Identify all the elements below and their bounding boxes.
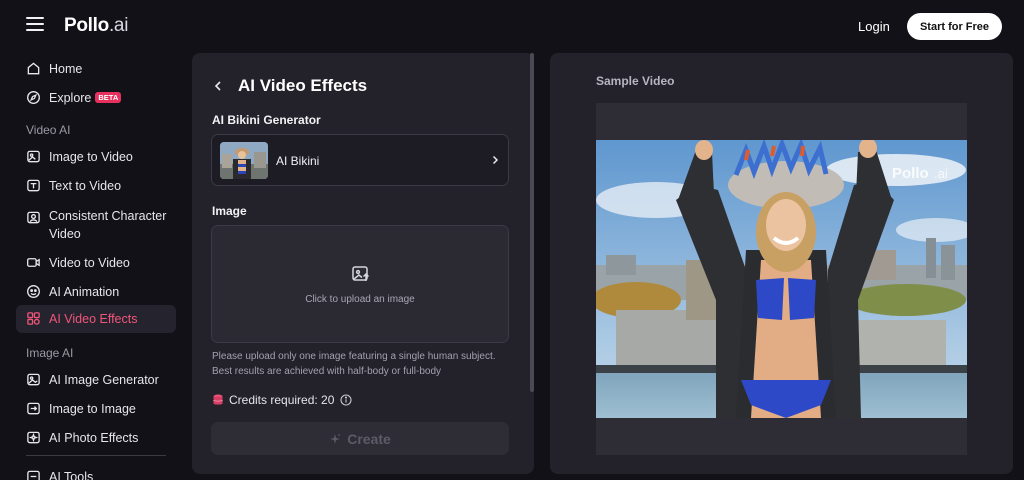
sidebar-item-ai-animation[interactable]: AI Animation	[16, 278, 176, 306]
login-link[interactable]: Login	[858, 19, 890, 34]
sidebar-item-label: AI Animation	[49, 285, 120, 299]
sidebar-item-image-to-video[interactable]: Image to Video	[16, 143, 176, 171]
logo[interactable]: Pollo.ai	[64, 15, 128, 37]
image-generator-icon	[27, 373, 40, 386]
watermark-text: Pollo	[892, 165, 929, 182]
image-label: Image	[212, 204, 247, 218]
credits-required: Credits required: 20	[213, 393, 352, 407]
image-to-image-icon	[27, 402, 40, 415]
watermark-suffix: .ai	[934, 166, 948, 181]
sidebar-item-ai-image-generator[interactable]: AI Image Generator	[16, 366, 176, 394]
sidebar-item-label: AI Photo Effects	[49, 431, 139, 445]
character-icon	[27, 211, 40, 224]
sample-video-label: Sample Video	[596, 74, 675, 88]
sidebar-item-text-to-video[interactable]: Text to Video	[16, 172, 176, 200]
sparkle-icon	[330, 433, 341, 444]
effects-grid-icon	[27, 312, 40, 325]
effect-selector[interactable]: AI Bikini	[211, 134, 509, 186]
animation-icon	[27, 285, 40, 298]
tools-icon	[27, 470, 40, 480]
panel-scrollbar[interactable]	[530, 53, 534, 392]
sidebar-item-explore[interactable]: Explore BETA	[16, 84, 176, 112]
credits-text: Credits required: 20	[229, 393, 335, 407]
beta-badge: BETA	[95, 92, 122, 103]
sidebar-item-ai-video-effects[interactable]: AI Video Effects	[16, 305, 176, 333]
logo-suffix: .ai	[108, 15, 129, 36]
credits-coin-icon	[213, 394, 223, 405]
upload-image-icon	[352, 266, 370, 281]
top-header: Pollo.ai Login Start for Free	[0, 0, 1024, 52]
hamburger-menu-icon[interactable]	[26, 17, 44, 33]
section-label-image-ai: Image AI	[26, 346, 74, 360]
sidebar: Home Explore BETA Video AI Image to Vide…	[0, 52, 184, 480]
sidebar-item-label: Image to Image	[49, 402, 136, 416]
info-icon[interactable]	[340, 394, 352, 406]
sidebar-item-home[interactable]: Home	[16, 55, 176, 83]
video-camera-icon	[27, 258, 40, 267]
chevron-right-icon	[492, 155, 499, 165]
sample-video-panel: Sample Video Pollo .ai	[550, 53, 1013, 474]
sidebar-item-video-to-video[interactable]: Video to Video	[16, 249, 176, 277]
upload-hint-line: Best results are achieved with half-body…	[212, 366, 442, 377]
sidebar-divider	[26, 455, 166, 456]
sidebar-item-label: Home	[49, 62, 83, 76]
image-video-icon	[27, 150, 40, 163]
upload-hint: Please upload only one image featuring a…	[212, 349, 517, 379]
chevron-left-icon[interactable]	[212, 80, 224, 92]
effects-form-panel: AI Video Effects AI Bikini Generator AI …	[192, 53, 534, 474]
sample-video-frame: Pollo .ai	[596, 140, 967, 418]
sidebar-item-label: Explore	[49, 91, 92, 105]
sidebar-item-label: Video to Video	[49, 256, 130, 270]
text-video-icon	[27, 179, 40, 192]
sidebar-item-label: AI Tools	[49, 470, 94, 480]
sidebar-item-consistent-character-video[interactable]: Consistent Character Video	[16, 204, 176, 244]
photo-effects-icon	[27, 431, 40, 444]
upload-instruction: Click to upload an image	[305, 294, 415, 305]
effect-thumbnail	[220, 142, 268, 179]
sidebar-item-ai-tools[interactable]: AI Tools	[16, 463, 176, 480]
start-for-free-button[interactable]: Start for Free	[907, 13, 1002, 40]
page-title: AI Video Effects	[238, 76, 368, 95]
create-button[interactable]: Create	[211, 422, 509, 455]
generator-label: AI Bikini Generator	[212, 113, 321, 127]
sidebar-item-label: AI Image Generator	[49, 373, 159, 387]
sidebar-item-label: Image to Video	[49, 150, 133, 164]
logo-text: Pollo	[64, 15, 109, 36]
section-label-video-ai: Video AI	[26, 123, 71, 137]
sidebar-item-ai-photo-effects[interactable]: AI Photo Effects	[16, 424, 176, 452]
create-label: Create	[347, 430, 391, 447]
video-player[interactable]: Pollo .ai	[596, 103, 967, 455]
sidebar-item-label: Consistent Character Video	[49, 209, 167, 241]
effect-name: AI Bikini	[276, 154, 320, 168]
compass-icon	[27, 91, 40, 104]
sidebar-item-label: AI Video Effects	[49, 312, 138, 326]
home-icon	[27, 62, 40, 75]
sidebar-item-label: Text to Video	[49, 179, 122, 193]
image-upload-area[interactable]: Click to upload an image	[211, 225, 509, 343]
upload-hint-line: Please upload only one image featuring a…	[212, 351, 496, 362]
sidebar-item-image-to-image[interactable]: Image to Image	[16, 395, 176, 423]
